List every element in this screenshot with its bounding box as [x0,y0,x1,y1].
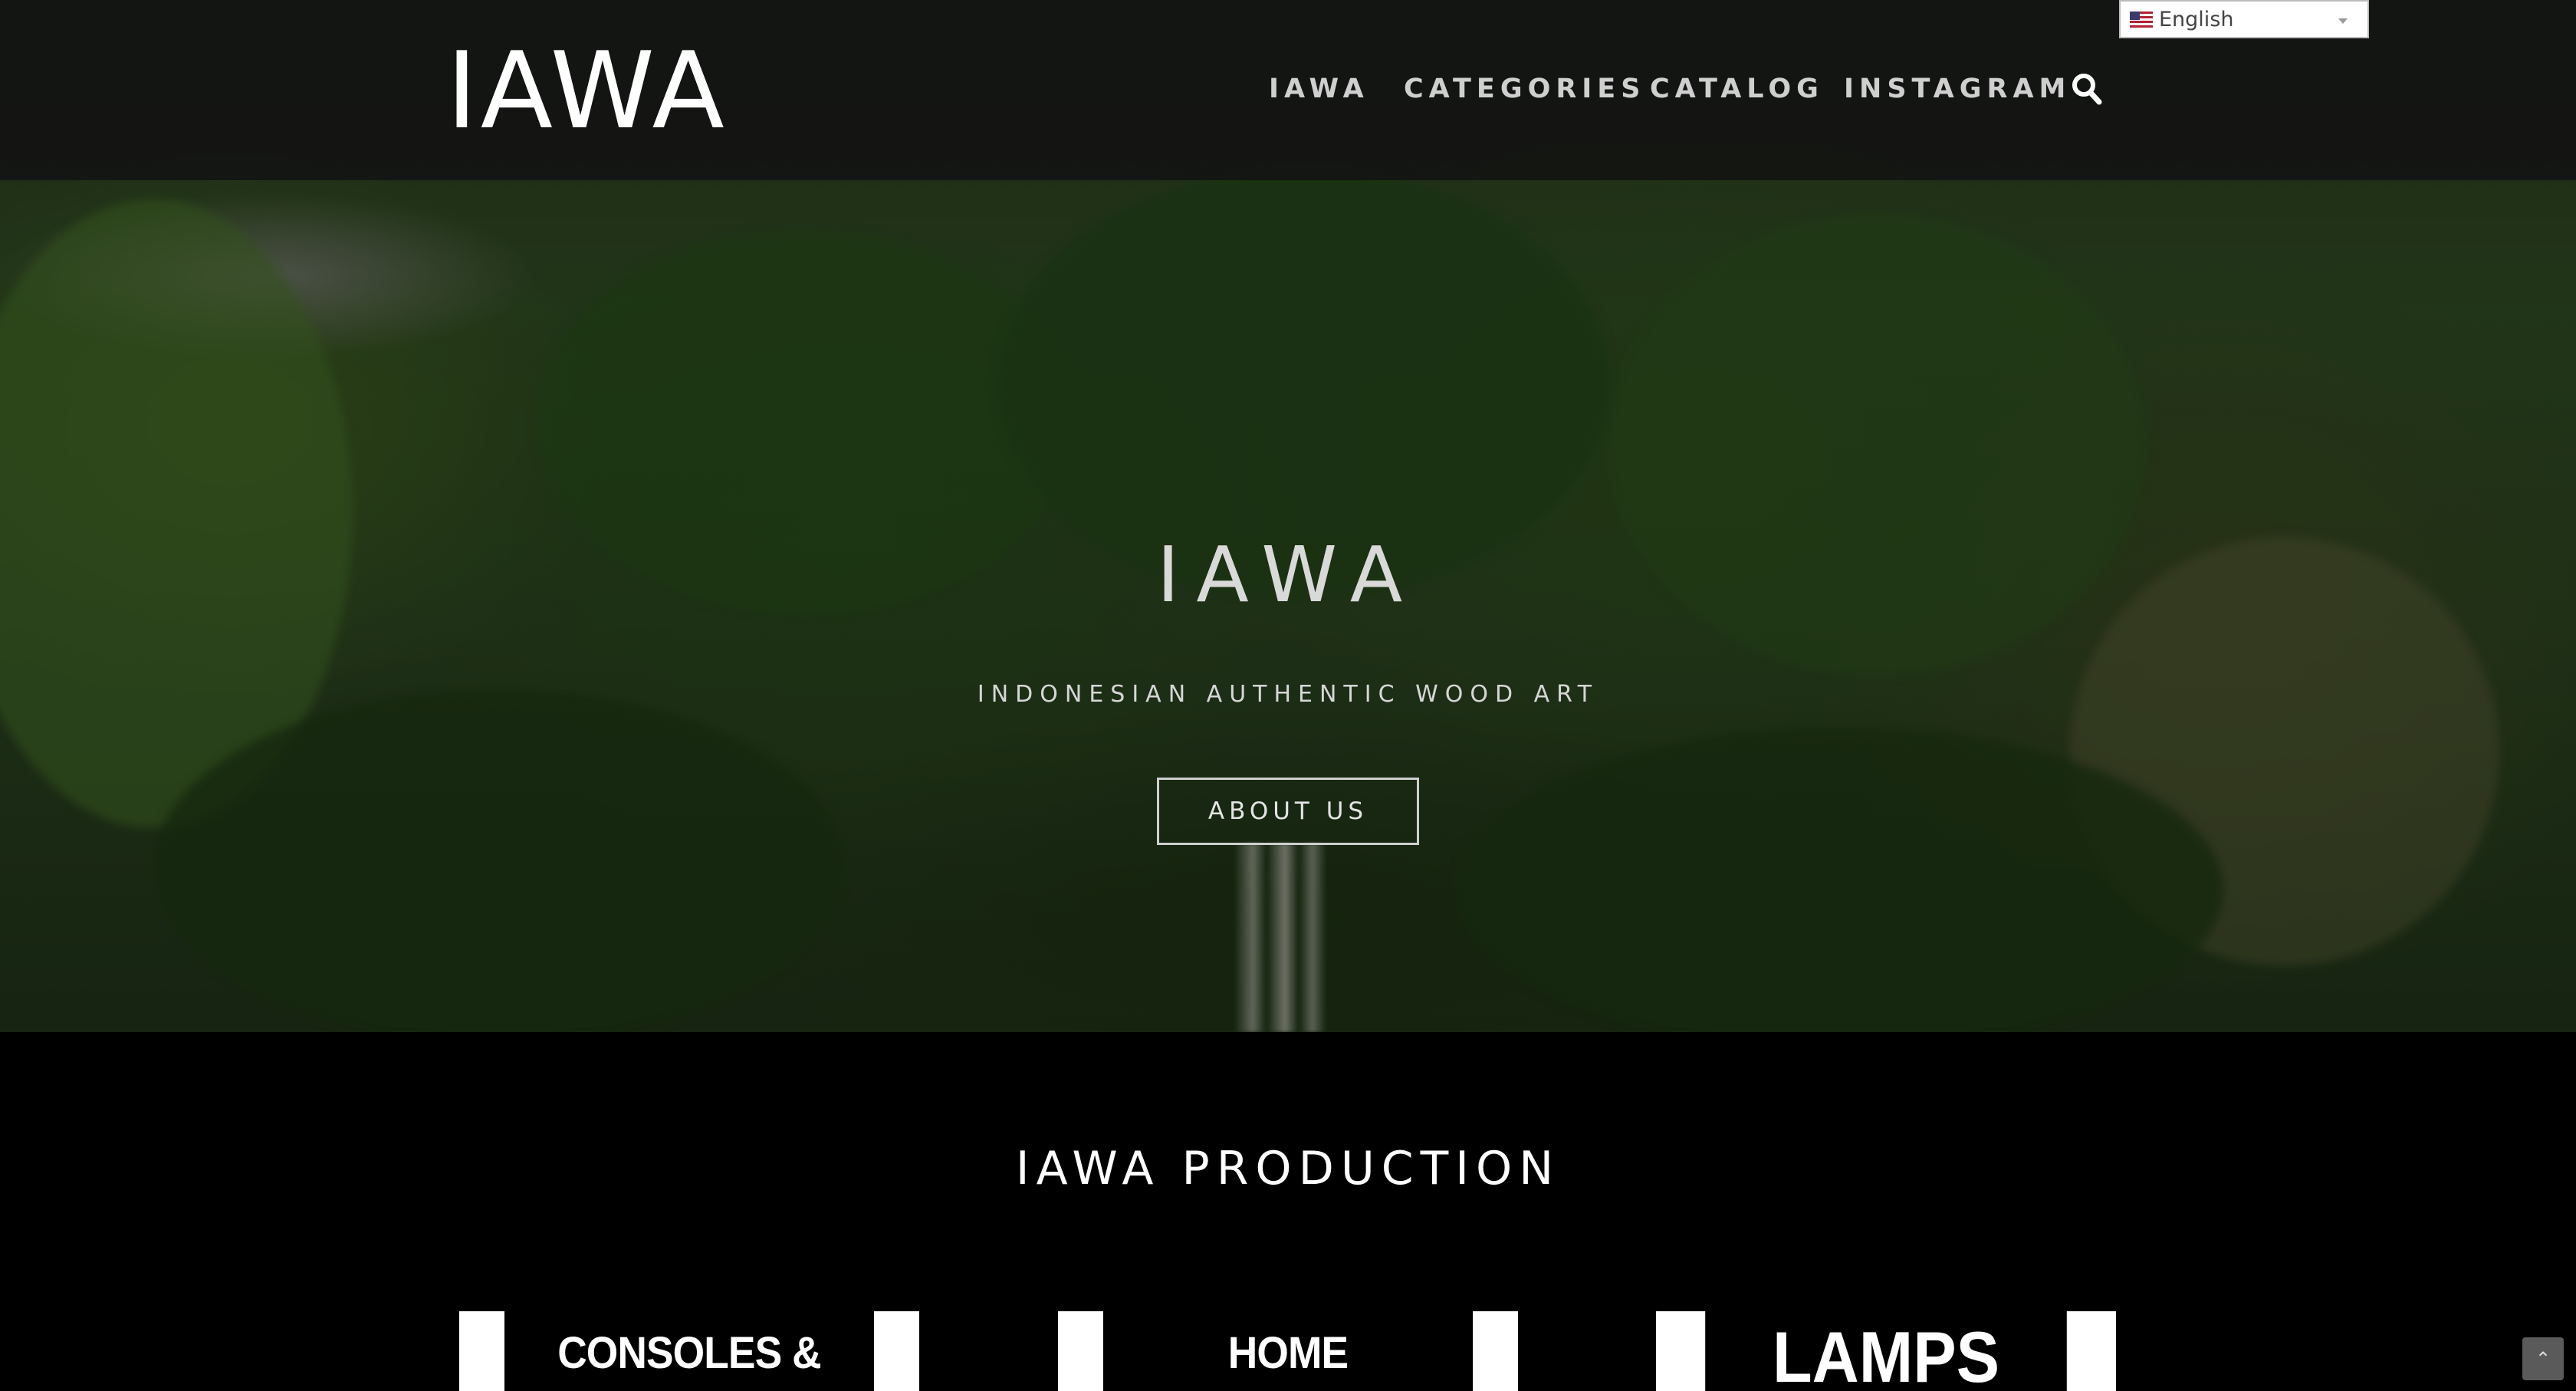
double-chevron-up-icon: ⌃ [2535,1348,2551,1370]
category-card-consoles-tables[interactable]: CONSOLES & TABLES [459,1311,919,1391]
us-flag-icon [2130,12,2153,28]
card-label: CONSOLES & TABLES [504,1311,875,1391]
language-select[interactable]: English [2119,0,2369,38]
nav-item-instagram[interactable]: INSTAGRAM [1844,69,2071,109]
about-us-button[interactable]: ABOUT US [1157,778,1419,845]
category-card-lamps[interactable]: LAMPS [1656,1311,2116,1391]
card-label: HOME DECORATION [1102,1311,1474,1391]
card-label: LAMPS [1705,1311,2067,1391]
hero-subtitle: INDONESIAN AUTHENTIC WOOD ART [977,681,1599,708]
hero-title: IAWA [1156,530,1420,620]
category-card-home-decoration[interactable]: HOME DECORATION [1058,1311,1518,1391]
production-title: IAWA PRODUCTION [1015,1142,1561,1195]
nav-item-categories[interactable]: CATEGORIES [1404,69,1645,109]
main-nav: IAWA CATEGORIES CATALOG INSTAGRAM [0,69,2576,109]
language-label: English [2159,8,2234,31]
chevron-down-icon [2338,18,2348,24]
search-icon[interactable] [2072,72,2102,106]
scroll-to-top-button[interactable]: ⌃ [2522,1337,2564,1380]
nav-item-iawa[interactable]: IAWA [1269,69,1369,109]
nav-item-catalog[interactable]: CATALOG [1650,69,1824,109]
